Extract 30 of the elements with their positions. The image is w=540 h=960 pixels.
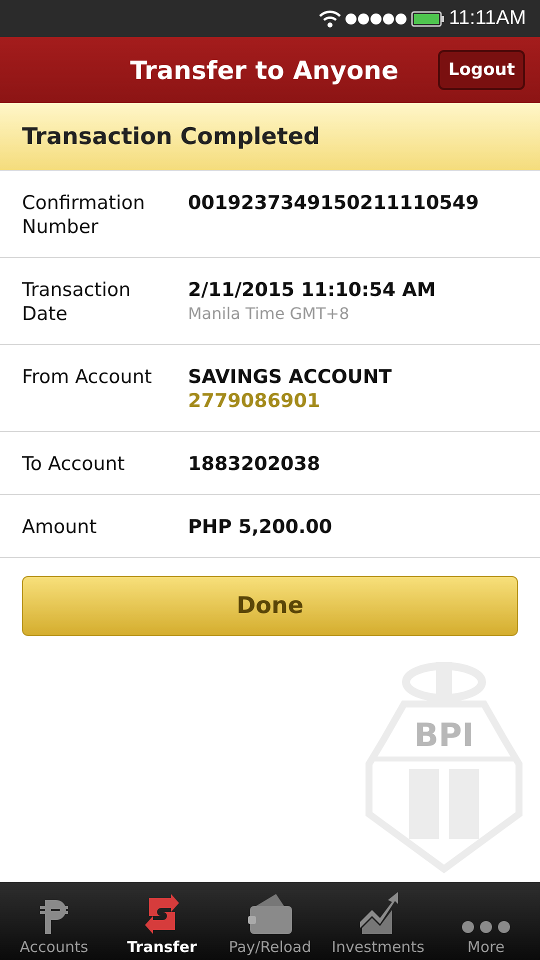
detail-label: Transaction Date bbox=[22, 278, 132, 326]
detail-value: 1883202038 bbox=[188, 452, 320, 476]
wifi-icon bbox=[318, 10, 341, 28]
nav-tab[interactable]: Pay/Reload bbox=[216, 882, 324, 960]
peso-icon bbox=[39, 898, 69, 934]
account-number: 2779086901 bbox=[188, 389, 322, 413]
detail-label: To Account bbox=[22, 452, 126, 476]
growth-chart-icon bbox=[358, 892, 398, 934]
battery-icon bbox=[410, 10, 445, 26]
nav-tab[interactable]: More bbox=[432, 882, 540, 960]
detail-label: Amount bbox=[22, 515, 98, 539]
transfer-icon bbox=[145, 894, 179, 934]
detail-label: From Account bbox=[22, 365, 153, 390]
done-button[interactable]: Done bbox=[22, 576, 518, 636]
more-icon bbox=[461, 920, 511, 934]
detail-value: PHP 5,200.00 bbox=[188, 515, 332, 539]
status-time: 11:11AM bbox=[448, 7, 526, 30]
detail-note: Manila Time GMT+8 bbox=[188, 303, 350, 325]
detail-value: SAVINGS ACCOUNT bbox=[188, 365, 392, 389]
screen-title: Transfer to Anyone bbox=[130, 56, 398, 84]
detail-label: Confirmation Number bbox=[22, 191, 146, 239]
detail-value: 2/11/2015 11:10:54 AM bbox=[188, 278, 436, 302]
nav-tab[interactable]: Transfer bbox=[108, 882, 216, 960]
signal-icon bbox=[344, 12, 407, 24]
nav-tab[interactable]: Accounts bbox=[0, 882, 108, 960]
nav-tab[interactable]: Investments bbox=[324, 882, 432, 960]
detail-value: 0019237349150211110549 bbox=[188, 191, 479, 215]
status-banner: Transaction Completed bbox=[0, 103, 540, 171]
logout-button[interactable]: Logout bbox=[438, 50, 525, 90]
wallet-icon bbox=[248, 894, 292, 934]
